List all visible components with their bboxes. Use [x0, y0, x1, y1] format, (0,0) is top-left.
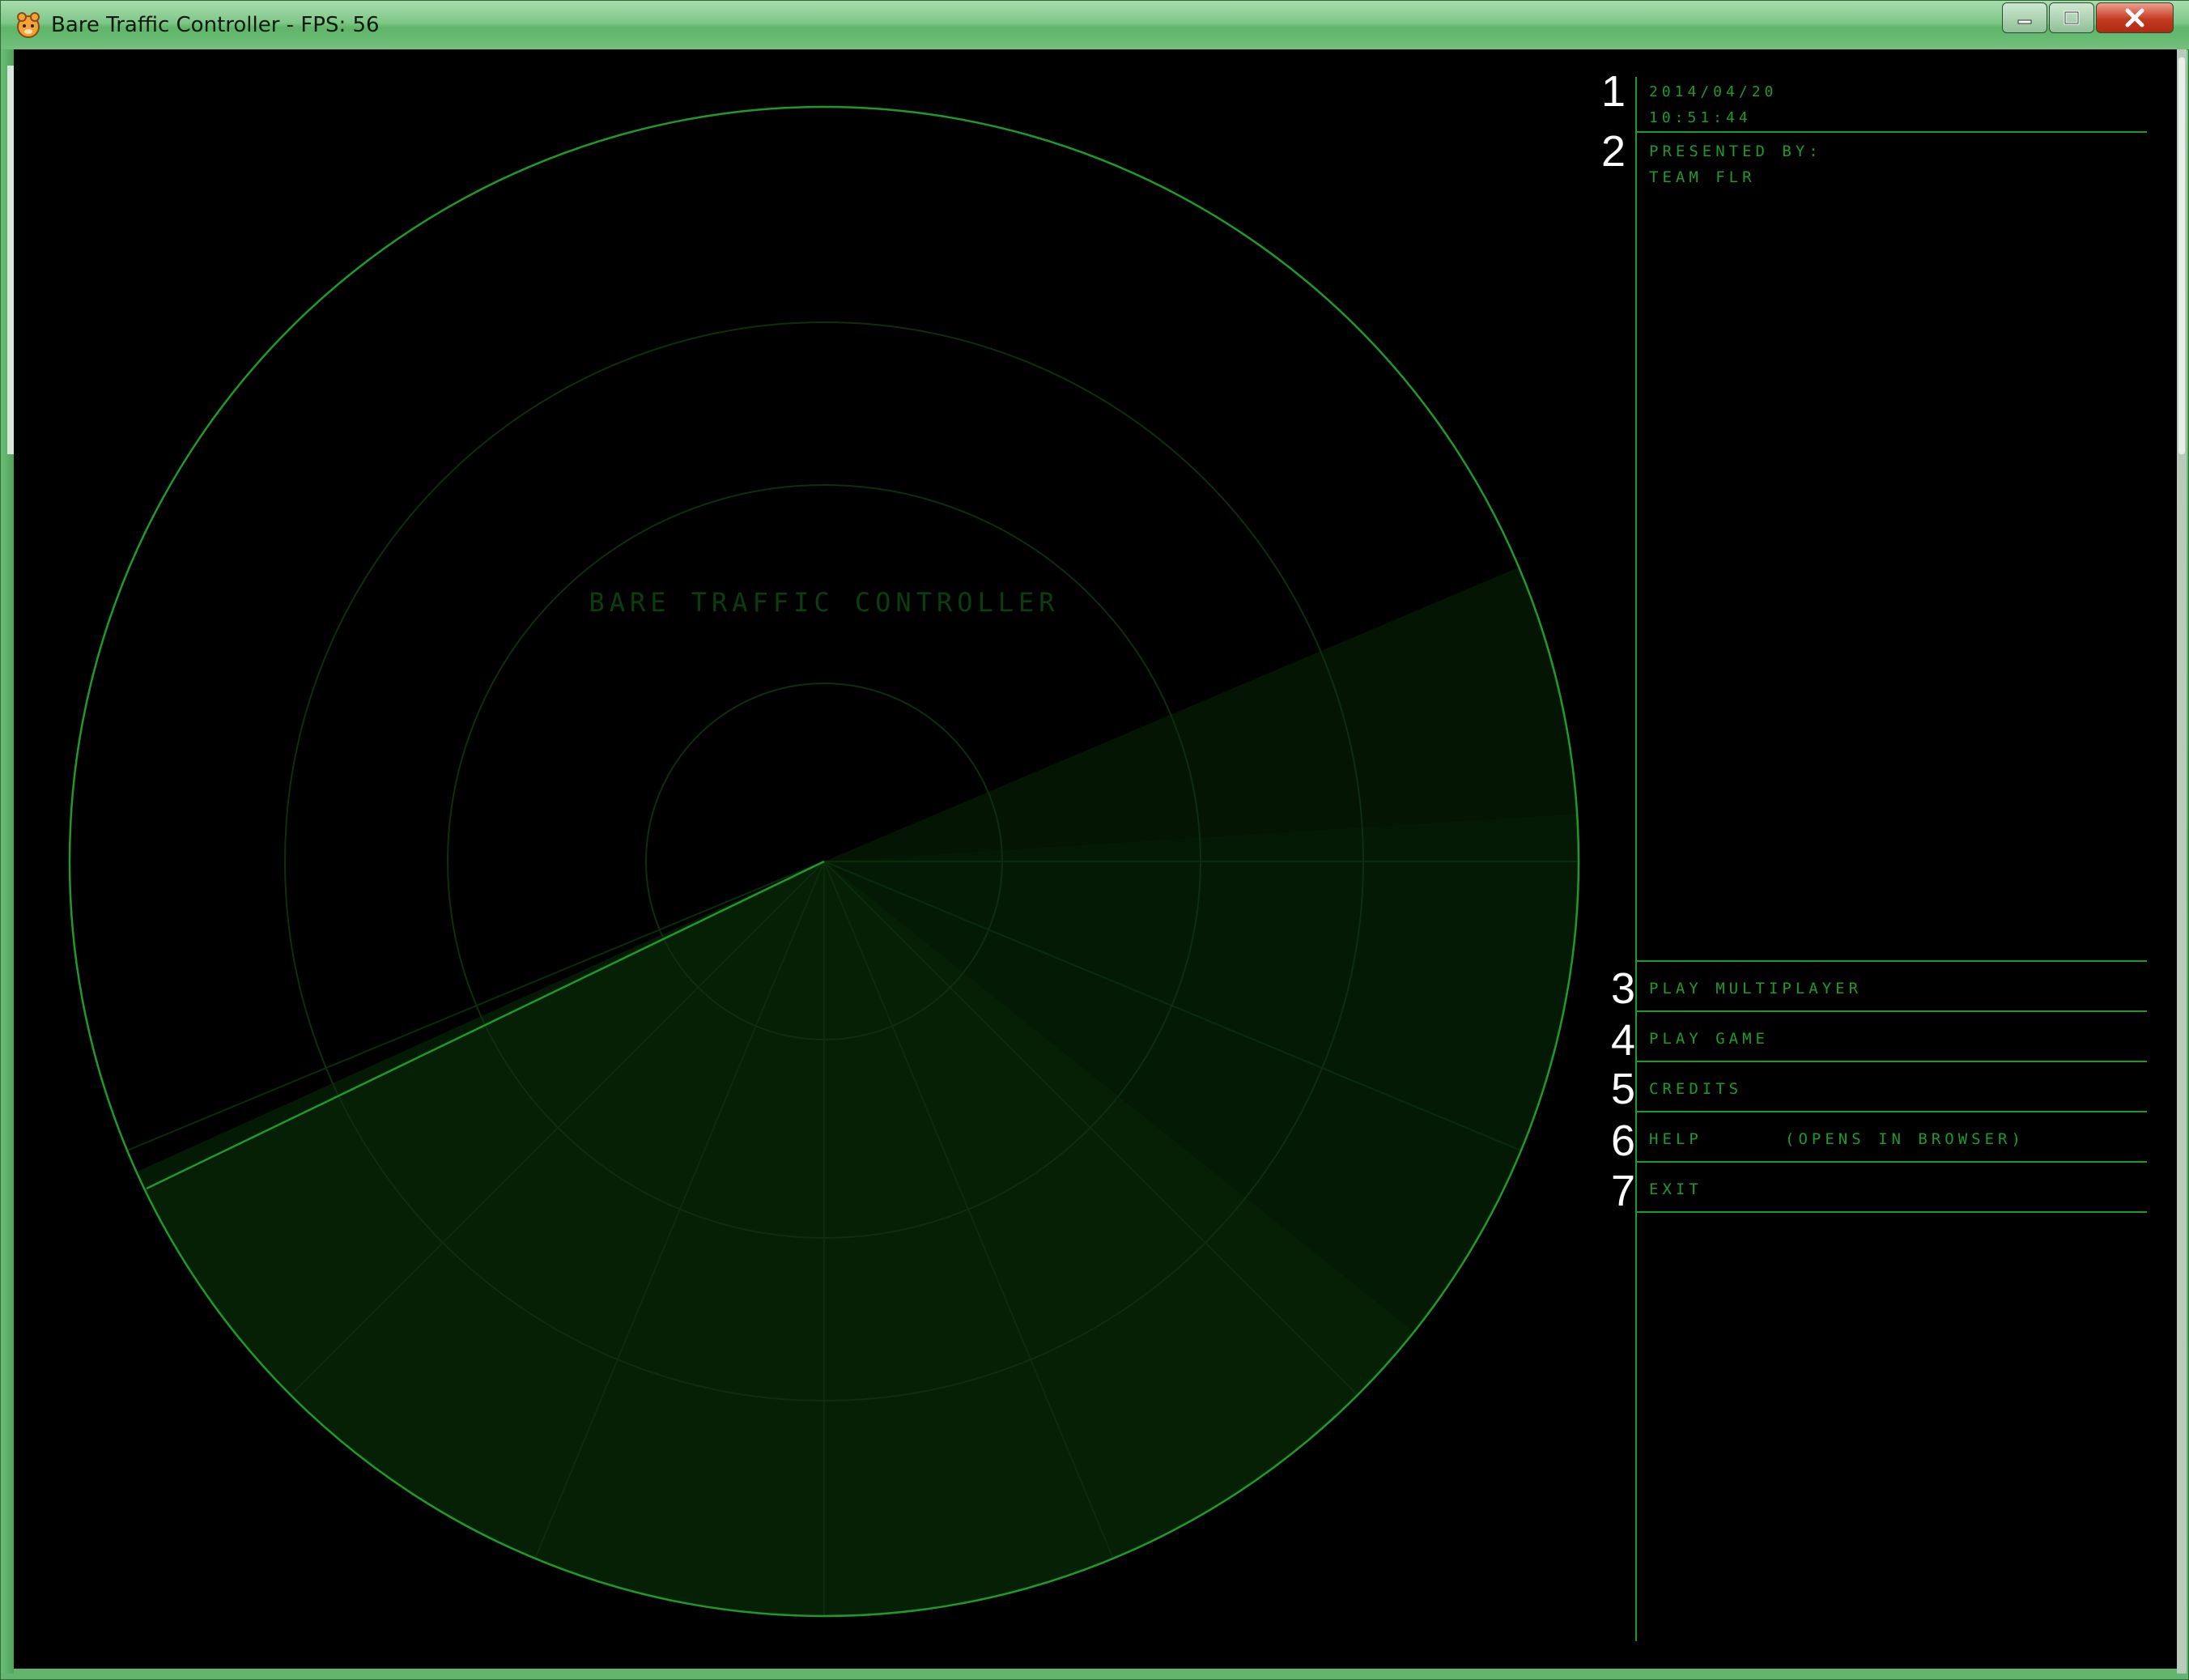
- title-bar[interactable]: Bare Traffic Controller - FPS: 56: [1, 1, 2189, 50]
- menu-item-hitbox[interactable]: [1638, 1163, 2146, 1212]
- application-window: Bare Traffic Controller - FPS: 56 BARE T…: [0, 0, 2189, 1680]
- menu-label-play-game[interactable]: PLAY GAME: [1649, 1030, 1769, 1048]
- menu-number-5: 5: [1611, 1065, 1635, 1113]
- minimize-icon: [2017, 19, 2032, 24]
- marker-1: 1: [1601, 67, 1626, 116]
- menu-item-play-game[interactable]: 4 PLAY GAME: [1611, 1013, 2147, 1065]
- menu-item-credits[interactable]: 5 CREDITS: [1611, 1063, 2147, 1113]
- maximize-button[interactable]: [2049, 2, 2094, 33]
- presented-by-label: PRESENTED BY:: [1649, 142, 1822, 160]
- menu-item-play-multiplayer[interactable]: 3 PLAY MULTIPLAYER: [1611, 963, 2147, 1013]
- side-panel: 1 2014/04/20 10:51:44 2 PRESENTED BY: TE…: [1601, 67, 2147, 1641]
- menu-number-6: 6: [1611, 1116, 1635, 1165]
- maximize-icon: [2064, 11, 2080, 25]
- radar-screen[interactable]: BARE TRAFFIC CONTROLLER 1 2014/04/20 10:…: [14, 49, 2178, 1669]
- menu-label-credits[interactable]: CREDITS: [1649, 1080, 1742, 1098]
- radar-sweep-trail: [824, 519, 1579, 861]
- close-icon: [2125, 8, 2144, 28]
- menu-item-help[interactable]: 6 HELP (OPENS IN BROWSER): [1611, 1113, 2147, 1165]
- menu-note-help: (OPENS IN BROWSER): [1785, 1130, 2025, 1148]
- window-left-highlight: [7, 66, 14, 454]
- menu-label-help[interactable]: HELP: [1649, 1130, 1702, 1148]
- menu-number-3: 3: [1611, 964, 1635, 1013]
- menu-number-4: 4: [1611, 1016, 1635, 1065]
- app-icon: [17, 12, 40, 38]
- menu-number-7: 7: [1611, 1167, 1635, 1215]
- menu-item-exit[interactable]: 7 EXIT: [1611, 1163, 2147, 1215]
- time-label: 10:51:44: [1649, 109, 1752, 126]
- menu-label-play-multiplayer[interactable]: PLAY MULTIPLAYER: [1649, 980, 1862, 997]
- radar-sweep: [70, 519, 1579, 1616]
- marker-2: 2: [1601, 127, 1626, 176]
- team-label: TEAM FLR: [1649, 168, 1756, 186]
- date-label: 2014/04/20: [1649, 83, 1777, 100]
- menu-label-exit[interactable]: EXIT: [1649, 1180, 1702, 1198]
- minimize-button[interactable]: [2002, 2, 2047, 33]
- window-title: Bare Traffic Controller - FPS: 56: [51, 13, 380, 37]
- game-canvas[interactable]: BARE TRAFFIC CONTROLLER 1 2014/04/20 10:…: [14, 49, 2178, 1669]
- scrollbar-thumb[interactable]: [2178, 57, 2185, 454]
- game-title: BARE TRAFFIC CONTROLLER: [589, 587, 1059, 618]
- close-button[interactable]: [2096, 2, 2174, 33]
